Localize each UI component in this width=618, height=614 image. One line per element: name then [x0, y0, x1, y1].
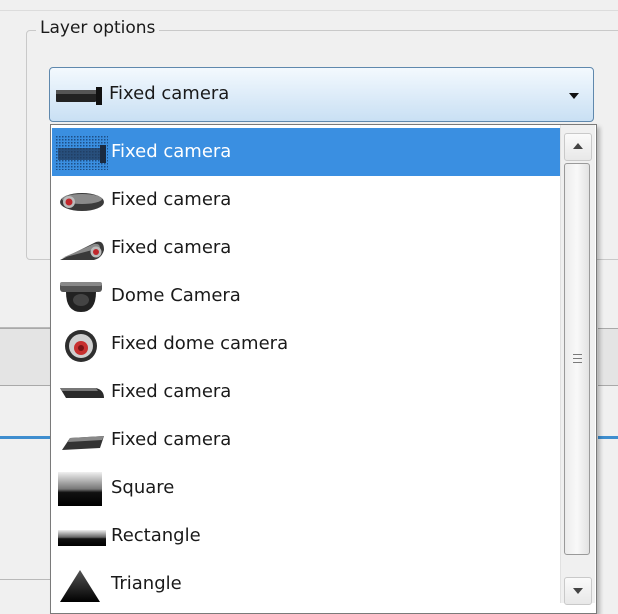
angled-camera-icon — [60, 241, 104, 260]
arrow-down-icon — [573, 588, 583, 594]
list-item-label: Fixed camera — [111, 429, 232, 450]
triangle-shape-icon — [60, 570, 100, 602]
list-item-label: Fixed camera — [111, 141, 232, 162]
slim-camera-icon — [62, 436, 104, 450]
scrollbar-thumb[interactable] — [564, 163, 590, 555]
layer-type-combobox[interactable]: Fixed camera — [49, 67, 594, 122]
scroll-down-button[interactable] — [564, 577, 592, 605]
list-item-label: Square — [111, 477, 175, 498]
background-panel — [0, 328, 50, 386]
list-item-label: Rectangle — [111, 525, 201, 546]
list-item[interactable]: Fixed camera — [52, 128, 561, 176]
layer-type-dropdown-list[interactable]: Fixed camera Fixed camera Fixed camera D… — [50, 124, 597, 614]
window-separator — [0, 10, 618, 11]
round-camera-icon — [60, 193, 104, 211]
fixed-dome-camera-icon — [65, 330, 97, 362]
scroll-up-button[interactable] — [564, 133, 592, 161]
list-item[interactable]: Rectangle — [52, 512, 561, 560]
list-item-label: Fixed camera — [111, 189, 232, 210]
grip-line — [573, 362, 582, 363]
background-accent-line-right — [598, 436, 618, 439]
list-item-label: Fixed dome camera — [111, 333, 289, 354]
list-item-label: Dome Camera — [111, 285, 241, 306]
list-item[interactable]: Dome Camera — [52, 272, 561, 320]
bullet-camera-icon — [56, 136, 108, 170]
grip-line — [573, 354, 582, 355]
combobox-selected-value: Fixed camera — [109, 83, 230, 104]
chevron-down-icon[interactable] — [569, 93, 579, 99]
grip-line — [573, 358, 582, 359]
list-item[interactable]: Fixed camera — [52, 416, 561, 464]
background-accent-line — [0, 436, 50, 439]
list-item-label: Triangle — [111, 573, 182, 594]
list-item[interactable]: Square — [52, 464, 561, 512]
dropdown-scrollbar[interactable] — [560, 125, 595, 605]
dome-camera-icon — [60, 282, 102, 312]
list-item[interactable]: Triangle — [52, 560, 561, 608]
bullet-camera-icon — [56, 87, 102, 105]
square-shape-icon — [58, 472, 102, 506]
list-item-label: Fixed camera — [111, 237, 232, 258]
arrow-up-icon — [573, 143, 583, 149]
layer-options-legend: Layer options — [36, 18, 160, 38]
list-item[interactable]: Fixed dome camera — [52, 320, 561, 368]
flat-camera-icon — [60, 388, 104, 398]
list-item[interactable]: Fixed camera — [52, 224, 561, 272]
list-item-label: Fixed camera — [111, 381, 232, 402]
rectangle-shape-icon — [58, 530, 106, 546]
list-item[interactable]: Fixed camera — [52, 368, 561, 416]
background-divider-bottom — [0, 579, 50, 580]
background-panel-right — [598, 328, 618, 386]
list-item[interactable]: Fixed camera — [52, 176, 561, 224]
